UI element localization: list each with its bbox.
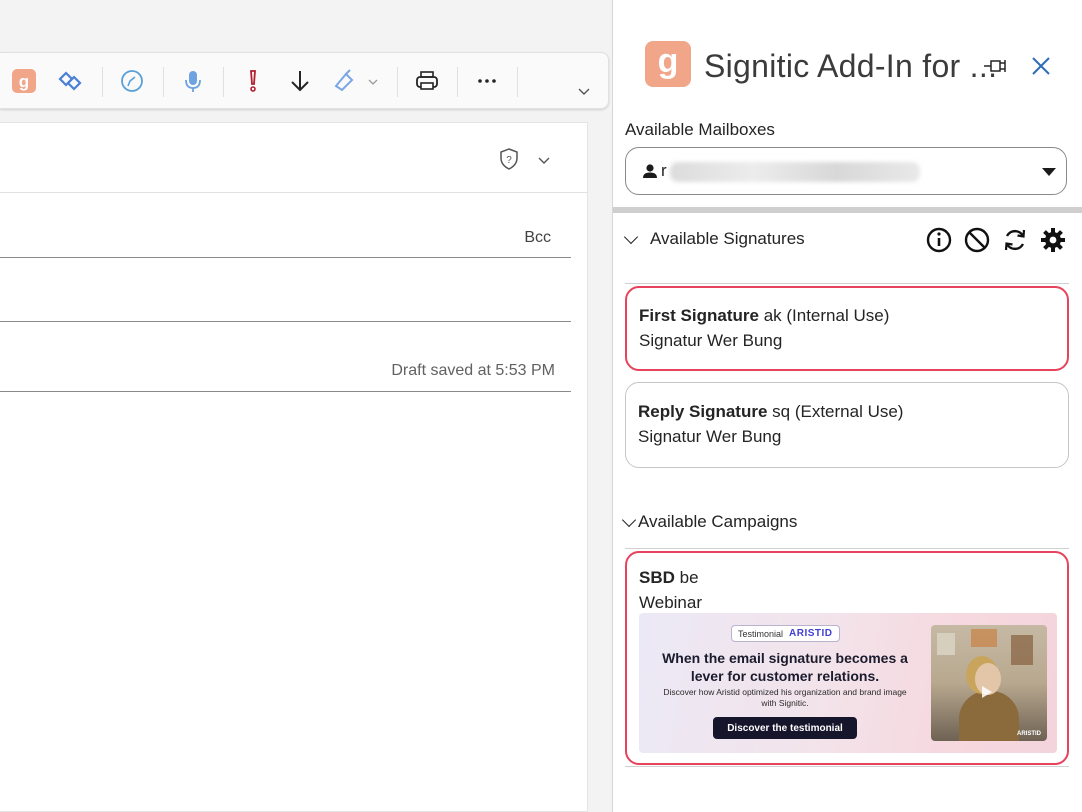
draft-status: Draft saved at 5:53 PM [391, 362, 555, 379]
banner-headline: When the email signature becomes a lever… [662, 650, 908, 684]
signature-suffix: sq (External Use) [767, 402, 904, 421]
close-icon[interactable] [1027, 52, 1055, 80]
signitic-logo: g [645, 41, 691, 87]
cc-field-line [0, 321, 571, 322]
signitic-icon[interactable]: g [8, 65, 40, 97]
mailbox-select[interactable]: r [625, 147, 1067, 195]
signature-name: First Signature [639, 306, 759, 325]
compose-header: ? [0, 123, 588, 193]
signatures-section-toggle[interactable]: Available Signatures [623, 229, 805, 249]
signature-subtitle: Signatur Wer Bung [639, 331, 783, 350]
signature-subtitle: Signatur Wer Bung [638, 427, 782, 446]
thumbnail-frame [937, 633, 955, 655]
campaign-banner[interactable]: Testimonial ARISTID When the email signa… [639, 613, 1057, 753]
campaign-subtitle: Webinar [639, 593, 702, 612]
toolbar-divider [102, 67, 103, 97]
campaign-suffix: be [674, 568, 699, 587]
thumbnail-frame [971, 629, 997, 647]
banner-tag-label: Testimonial [738, 628, 784, 639]
campaigns-header: Available Campaigns [638, 512, 798, 531]
campaign-name: SBD [639, 568, 675, 587]
person-body [959, 691, 1019, 741]
mailbox-value: r [661, 161, 667, 180]
copilot-icon[interactable] [116, 65, 148, 97]
campaigns-section-toggle[interactable]: Available Campaigns [621, 512, 797, 532]
sensitivity-icon[interactable] [332, 65, 380, 97]
toolbar-divider [397, 67, 398, 97]
toolbar-divider [457, 67, 458, 97]
more-icon[interactable] [471, 65, 503, 97]
banner-tag: Testimonial ARISTID [731, 625, 840, 642]
signatures-top-line [625, 283, 1069, 284]
banner-cta-button[interactable]: Discover the testimonial [713, 717, 857, 739]
banner-video-thumbnail[interactable]: ARISTID [931, 625, 1047, 741]
importance-icon[interactable] [237, 65, 269, 97]
campaign-title: SBD be [639, 568, 699, 588]
chevron-down-icon[interactable] [535, 151, 553, 174]
logo-letter: g [657, 41, 679, 80]
campaigns-top-line [625, 548, 1069, 549]
signature-card[interactable]: Reply Signature sq (External Use) Signat… [625, 382, 1069, 468]
toolbar-divider [163, 67, 164, 97]
toolbar-divider [517, 67, 518, 97]
banner-brand: ARISTID [789, 628, 833, 639]
to-field-line [0, 257, 571, 258]
refresh-icon[interactable] [1001, 226, 1029, 254]
ribbon-toolbar: g [0, 52, 609, 109]
print-icon[interactable] [411, 65, 443, 97]
signature-tools [925, 226, 1067, 254]
gear-icon[interactable] [1039, 226, 1067, 254]
compose-window: g ? Bcc Draft saved at 5:53 PM [0, 0, 612, 812]
info-icon[interactable] [925, 226, 953, 254]
expand-icon[interactable] [568, 75, 600, 107]
panel-title: Signitic Add-In for ... [704, 48, 998, 84]
mailboxes-label: Available Mailboxes [625, 120, 775, 139]
signature-suffix: ak (Internal Use) [758, 306, 890, 325]
compose-body: ? Bcc Draft saved at 5:53 PM [0, 122, 588, 812]
bcc-button[interactable]: Bcc [524, 229, 551, 247]
play-icon [982, 686, 992, 698]
dropdown-caret-icon [1042, 168, 1056, 176]
signature-card[interactable]: First Signature ak (Internal Use) Signat… [625, 286, 1069, 371]
toolbar-divider [223, 67, 224, 97]
redacted-email [670, 162, 920, 182]
section-divider [613, 207, 1082, 213]
signature-name: Reply Signature [638, 402, 768, 421]
signatures-header: Available Signatures [650, 229, 805, 248]
svg-text:g: g [19, 72, 29, 91]
signature-title: First Signature ak (Internal Use) [639, 306, 889, 326]
banner-subtext: Discover how Aristid optimized his organ… [663, 687, 907, 708]
subject-field-line [0, 391, 571, 392]
shield-icon[interactable]: ? [497, 147, 521, 176]
campaign-card[interactable]: SBD be Webinar Testimonial ARISTID When … [625, 551, 1069, 765]
low-importance-icon[interactable] [284, 65, 316, 97]
chevron-down-icon [621, 512, 637, 527]
user-icon [643, 164, 657, 178]
thumbnail-frame [1011, 635, 1033, 665]
chevron-down-icon [623, 229, 639, 244]
dictate-icon[interactable] [177, 65, 209, 97]
ban-icon[interactable] [963, 226, 991, 254]
addin-panel: g Signitic Add-In for ... Available Mail… [612, 0, 1082, 812]
signature-title: Reply Signature sq (External Use) [638, 402, 903, 422]
svg-text:?: ? [506, 155, 512, 166]
pin-icon[interactable] [981, 52, 1009, 80]
campaigns-bottom-line [625, 766, 1069, 767]
thumbnail-mark: ARISTID [1017, 731, 1041, 737]
loop-icon[interactable] [54, 65, 86, 97]
